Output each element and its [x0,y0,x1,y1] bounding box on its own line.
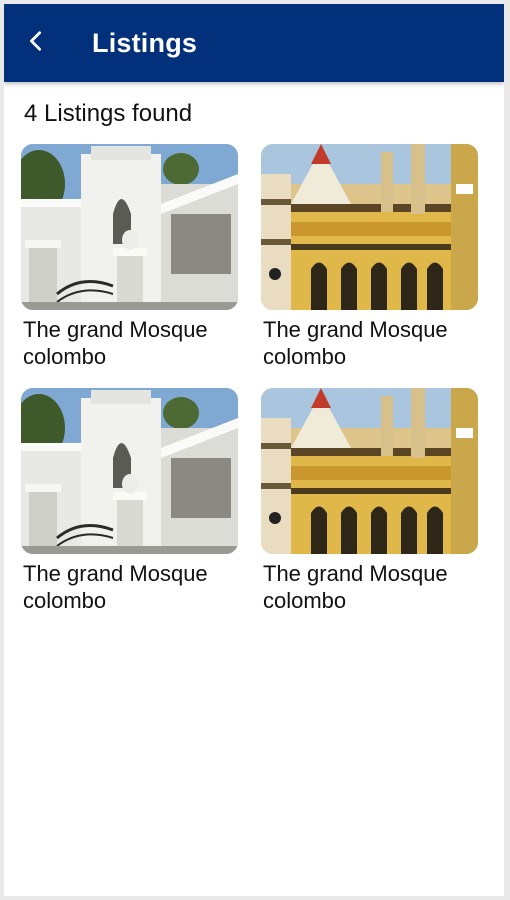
listing-image[interactable] [261,388,478,554]
listing-title[interactable]: The grand Mosque colombo [21,316,238,370]
listing-card[interactable]: The grand Mosque colombo [21,388,238,614]
chevron-left-icon [25,30,47,57]
listing-card[interactable]: The grand Mosque colombo [261,388,478,614]
listing-image[interactable] [21,388,238,554]
results-count: 4 Listings found [24,100,193,127]
listing-grid: The grand Mosque colombo The grand Mosqu… [21,144,478,614]
listing-title[interactable]: The grand Mosque colombo [21,560,238,614]
listing-card[interactable]: The grand Mosque colombo [21,144,238,370]
listing-card[interactable]: The grand Mosque colombo [261,144,478,370]
app-bar: Listings [4,4,504,82]
page-title: Listings [92,27,198,58]
listing-title[interactable]: The grand Mosque colombo [261,316,478,370]
back-button[interactable] [4,4,68,82]
listing-title[interactable]: The grand Mosque colombo [261,560,478,614]
listing-image[interactable] [21,144,238,310]
listing-image[interactable] [261,144,478,310]
